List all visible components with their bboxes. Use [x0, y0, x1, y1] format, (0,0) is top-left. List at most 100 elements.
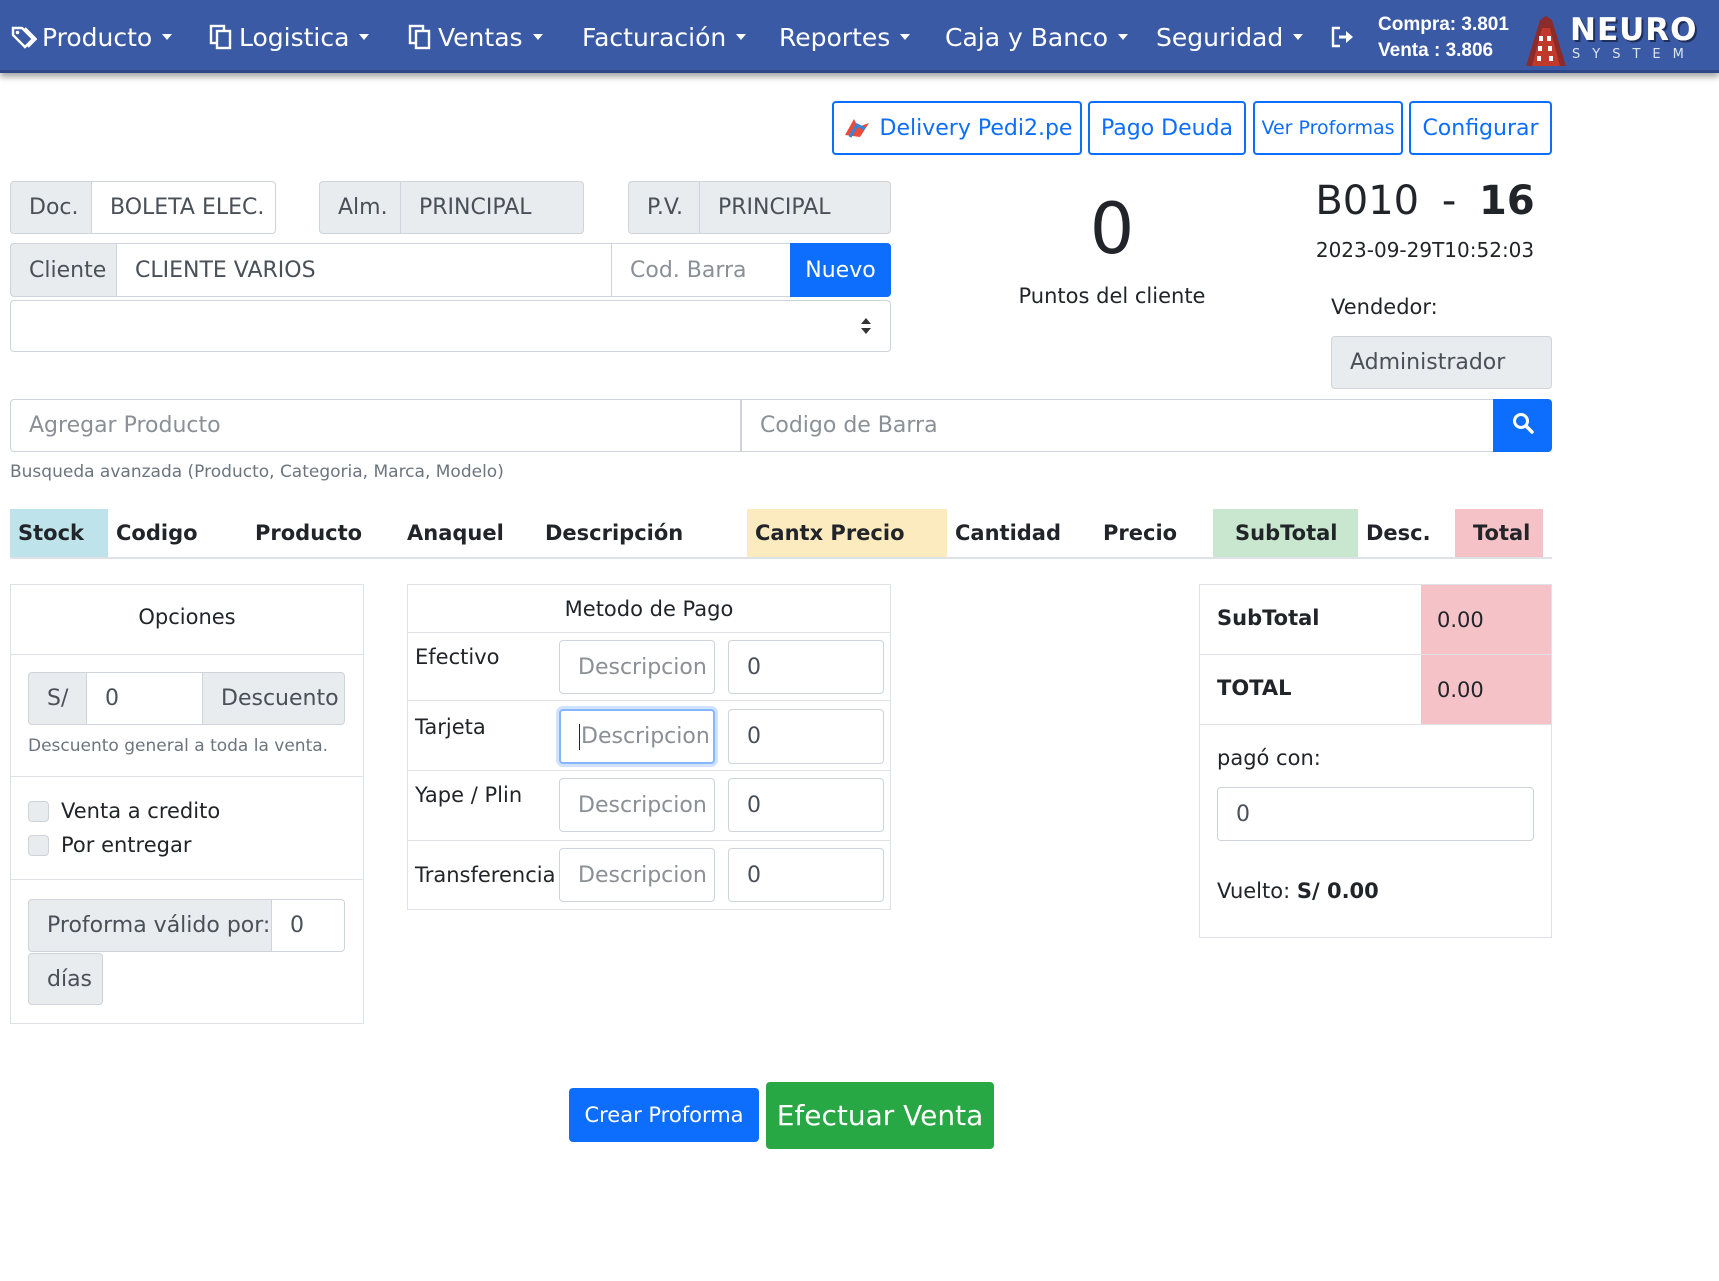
tarjeta-monto-input[interactable]: 0 — [728, 709, 884, 764]
cliente-select[interactable] — [10, 300, 891, 352]
tarjeta-descripcion-placeholder: Descripcion — [581, 724, 710, 749]
configurar-button[interactable]: Configurar — [1409, 101, 1552, 155]
discount-input[interactable]: 0 — [86, 672, 203, 725]
total-label: TOTAL — [1217, 676, 1292, 700]
document-number: B010 - 16 — [1300, 178, 1550, 224]
vuelto-label: Vuelto: — [1217, 879, 1291, 903]
doc-label: Doc. — [10, 181, 92, 234]
chevron-down-icon — [532, 34, 543, 40]
efectivo-monto-input[interactable]: 0 — [728, 640, 884, 694]
nuevo-label: Nuevo — [805, 257, 876, 283]
nav-producto[interactable]: Producto — [10, 20, 173, 54]
descuento-button[interactable]: Descuento — [202, 672, 345, 725]
ver-proformas-button[interactable]: Ver Proformas — [1253, 101, 1403, 155]
building-logo-icon — [1526, 16, 1566, 66]
client-points-label: Puntos del cliente — [1018, 284, 1206, 308]
venta-credito-checkbox[interactable]: Venta a credito — [28, 799, 220, 823]
th-anaquel: Anaquel — [407, 521, 504, 545]
efectuar-venta-label: Efectuar Venta — [776, 1099, 984, 1132]
checkbox-box[interactable] — [28, 834, 49, 856]
file-icon — [406, 23, 434, 51]
nav-seguridad[interactable]: Seguridad — [1156, 20, 1304, 54]
alm-label: Alm. — [319, 181, 401, 234]
document-datetime: 2023-09-29T10:52:03 — [1315, 238, 1535, 262]
nuevo-button[interactable]: Nuevo — [790, 243, 891, 297]
alm-field: PRINCIPAL — [400, 181, 584, 234]
crear-proforma-label: Crear Proforma — [584, 1103, 744, 1127]
sign-out-icon[interactable] — [1330, 20, 1356, 54]
delivery-label: Delivery Pedi2.pe — [879, 115, 1073, 141]
delivery-logo-icon — [842, 115, 872, 141]
pago-deuda-button[interactable]: Pago Deuda — [1088, 101, 1246, 155]
th-total: Total — [1455, 509, 1543, 557]
copy-icon — [207, 23, 235, 51]
nav-ventas-label: Ventas — [438, 22, 523, 52]
opciones-title: Opciones — [138, 605, 236, 629]
efectuar-venta-button[interactable]: Efectuar Venta — [766, 1082, 994, 1149]
nav-ventas[interactable]: Ventas — [406, 20, 543, 54]
yape-monto-input[interactable]: 0 — [728, 778, 884, 832]
nav-logistica[interactable]: Logistica — [207, 20, 370, 54]
chevron-down-icon — [359, 34, 370, 40]
subtotal-label: SubTotal — [1217, 606, 1320, 630]
cod-barra-input[interactable]: Cod. Barra — [611, 243, 791, 297]
nav-caja-banco[interactable]: Caja y Banco — [945, 20, 1129, 54]
efectivo-descripcion-input[interactable]: Descripcion — [559, 640, 715, 694]
pago-con-input[interactable]: 0 — [1217, 787, 1534, 841]
tarjeta-descripcion-input[interactable]: Descripcion — [559, 709, 715, 764]
nav-reportes-label: Reportes — [779, 22, 891, 52]
transferencia-descripcion-input[interactable]: Descripcion — [559, 848, 715, 902]
delivery-button[interactable]: Delivery Pedi2.pe — [832, 101, 1082, 155]
cliente-label: Cliente — [10, 243, 117, 297]
nav-facturacion-label: Facturación — [582, 22, 727, 52]
proforma-days-input[interactable]: 0 — [271, 899, 345, 952]
metodo-pago-title: Metodo de Pago — [564, 597, 734, 621]
cliente-field[interactable]: CLIENTE VARIOS — [116, 243, 612, 297]
nav-reportes[interactable]: Reportes — [779, 20, 911, 54]
text-cursor — [579, 723, 580, 750]
pago-yape-label: Yape / Plin — [415, 783, 523, 807]
nav-facturacion[interactable]: Facturación — [582, 20, 747, 54]
pago-con-label: pagó con: — [1217, 746, 1321, 770]
compra-rate: Compra: 3.801 — [1378, 14, 1509, 35]
chevron-down-icon — [1118, 34, 1129, 40]
por-entregar-label: Por entregar — [61, 833, 192, 857]
proforma-validity-label: Proforma válido por: — [28, 899, 272, 952]
divider — [11, 776, 363, 777]
search-button[interactable] — [1493, 399, 1552, 452]
vendedor-field: Administrador — [1331, 336, 1552, 389]
configurar-label: Configurar — [1422, 115, 1539, 141]
vuelto-value: S/ 0.00 — [1296, 879, 1379, 903]
pv-label: P.V. — [628, 181, 700, 234]
venta-rate: Venta : 3.806 — [1378, 40, 1494, 61]
doc-separator: - — [1441, 178, 1457, 224]
checkbox-box[interactable] — [28, 800, 49, 822]
divider — [408, 770, 890, 771]
chevron-down-icon — [162, 34, 173, 40]
por-entregar-checkbox[interactable]: Por entregar — [28, 833, 191, 857]
crear-proforma-button[interactable]: Crear Proforma — [569, 1088, 759, 1142]
th-cantidad: Cantidad — [955, 521, 1062, 545]
subtotal-value: 0.00 — [1421, 585, 1551, 654]
chevron-down-icon — [1293, 34, 1304, 40]
agregar-producto-input[interactable]: Agregar Producto — [10, 399, 741, 452]
divider — [408, 632, 890, 633]
divider — [11, 654, 363, 655]
transferencia-monto-input[interactable]: 0 — [728, 848, 884, 902]
divider — [11, 879, 363, 880]
search-helper-text: Busqueda avanzada (Producto, Categoria, … — [10, 462, 504, 482]
th-cantx-precio: Cantx Precio — [747, 509, 947, 557]
products-table-header: Stock Codigo Producto Anaquel Descripció… — [10, 509, 1552, 559]
th-codigo: Codigo — [116, 521, 198, 545]
divider — [1200, 724, 1551, 725]
exchange-rates: Compra: 3.801 Venta : 3.806 — [1378, 12, 1509, 64]
divider — [408, 840, 890, 841]
yape-descripcion-input[interactable]: Descripcion — [559, 778, 715, 832]
th-descripcion: Descripción — [545, 521, 684, 545]
codigo-barra-input[interactable]: Codigo de Barra — [741, 399, 1494, 452]
doc-select[interactable]: BOLETA ELEC. — [91, 181, 276, 234]
venta-credito-label: Venta a credito — [61, 799, 221, 823]
th-subtotal: SubTotal — [1213, 509, 1358, 557]
top-navbar: Producto Logistica Ventas Facturación Re… — [0, 0, 1719, 73]
client-points-value: 0 — [1089, 188, 1135, 270]
